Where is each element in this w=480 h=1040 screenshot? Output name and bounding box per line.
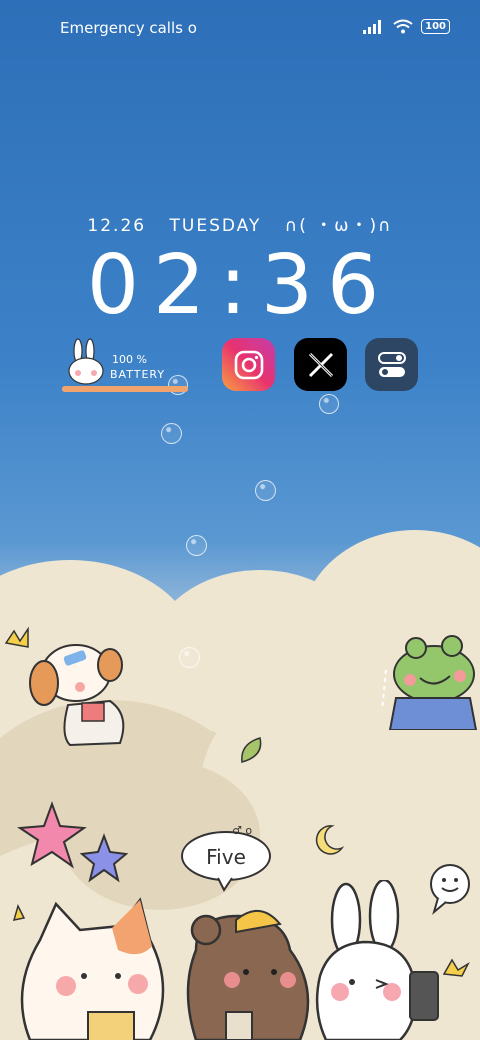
battery-widget[interactable]: z 100 % BATTERY <box>62 335 192 395</box>
instagram-shortcut[interactable] <box>222 338 275 391</box>
x-icon <box>308 352 333 377</box>
date-line: 12.26 TUESDAY ∩( ・ω・)∩ <box>0 211 480 236</box>
wifi-icon <box>393 19 413 34</box>
bubble-marks-text: ♂ o <box>232 824 252 837</box>
moon-sticker <box>315 825 345 855</box>
stars-sticker <box>17 801 129 883</box>
bubble <box>319 394 339 414</box>
bubble <box>186 535 207 556</box>
animals-sticker <box>12 880 470 1040</box>
battery-percent: 100 % <box>112 353 147 366</box>
kaomoji-text: ∩( ・ω・)∩ <box>284 216 393 236</box>
battery-label: BATTERY <box>110 368 166 381</box>
clock: 02:36 <box>86 238 394 333</box>
frog-sticker <box>381 635 478 730</box>
status-bar: Emergency calls o 100 <box>0 0 480 56</box>
battery-icon: 100 <box>421 19 450 34</box>
toggle-icon <box>377 351 406 377</box>
wallpaper: Five ♂ o <box>0 0 480 1040</box>
x-shortcut[interactable] <box>294 338 347 391</box>
instagram-icon <box>234 350 263 379</box>
battery-bar-fill <box>62 386 188 392</box>
bubble <box>255 480 276 501</box>
puppy-sticker <box>4 626 125 747</box>
date-text: 12.26 <box>87 216 147 236</box>
bubble <box>179 647 200 668</box>
battery-bar <box>62 386 188 392</box>
signal-icon <box>363 19 382 34</box>
toggle-shortcut[interactable] <box>365 338 418 391</box>
bubble <box>161 423 182 444</box>
five-text: Five <box>206 845 246 869</box>
carrier-text: Emergency calls o <box>60 19 197 37</box>
weekday-text: TUESDAY <box>169 216 262 236</box>
bunny-icon: z <box>68 338 104 385</box>
leaf-sticker <box>241 737 262 763</box>
system-icons: 100 <box>363 19 450 34</box>
